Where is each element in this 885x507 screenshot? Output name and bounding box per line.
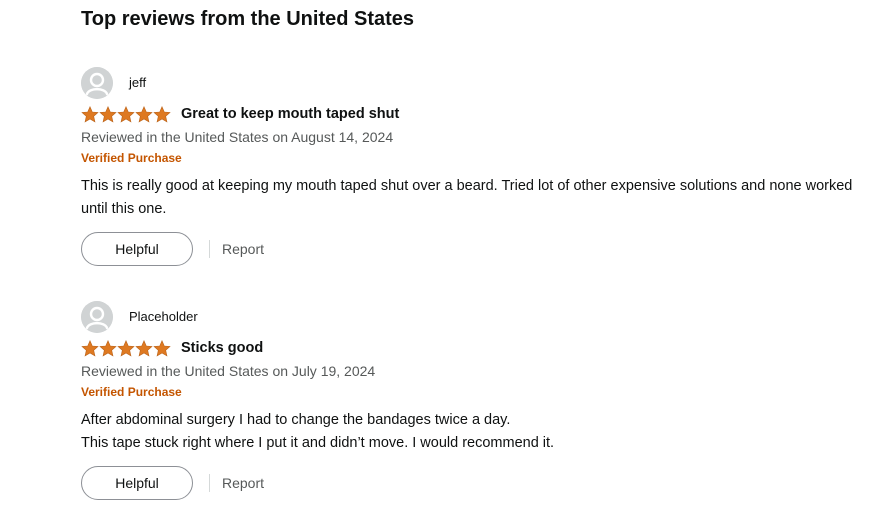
star-rating[interactable] [81, 105, 171, 123]
reviewer-name: jeff [129, 75, 147, 90]
report-link[interactable]: Report [222, 475, 264, 491]
star-rating[interactable] [81, 339, 171, 357]
review-item: Placeholder Sticks good Reviewed in the … [81, 300, 871, 500]
review-date: Reviewed in the United States on July 19… [81, 363, 376, 379]
review-actions: Helpful Report [81, 232, 871, 266]
star-icon [81, 105, 99, 122]
report-link[interactable]: Report [222, 241, 264, 257]
review-body-paragraph: After abdominal surgery I had to change … [81, 412, 511, 428]
action-divider [209, 240, 210, 258]
review-title[interactable]: Great to keep mouth taped shut [181, 104, 399, 124]
review-date: Reviewed in the United States on August … [81, 129, 394, 145]
review-item: jeff Great to keep mouth taped shut Revi… [81, 66, 871, 266]
star-icon [135, 339, 153, 356]
review-title[interactable]: Sticks good [181, 338, 263, 358]
reviewer-profile[interactable]: Placeholder [81, 300, 871, 334]
star-icon [99, 105, 117, 122]
verified-purchase-badge[interactable]: Verified Purchase [81, 383, 871, 401]
star-icon [153, 339, 171, 356]
review-title-row: Great to keep mouth taped shut [81, 103, 871, 125]
review-actions: Helpful Report [81, 466, 871, 500]
review-title-row: Sticks good [81, 337, 871, 359]
verified-purchase-badge[interactable]: Verified Purchase [81, 149, 871, 167]
star-icon [153, 105, 171, 122]
review-body: After abdominal surgery I had to change … [81, 409, 871, 455]
star-icon [117, 105, 135, 122]
star-icon [81, 339, 99, 356]
reviewer-name: Placeholder [129, 309, 198, 324]
action-divider [209, 474, 210, 492]
star-icon [117, 339, 135, 356]
reviewer-profile[interactable]: jeff [81, 66, 871, 100]
review-body-paragraph: This is really good at keeping my mouth … [81, 178, 853, 217]
default-user-avatar-icon [81, 67, 113, 99]
helpful-button[interactable]: Helpful [81, 232, 193, 266]
helpful-button[interactable]: Helpful [81, 466, 193, 500]
star-icon [135, 105, 153, 122]
section-title: Top reviews from the United States [81, 8, 415, 30]
review-body: This is really good at keeping my mouth … [81, 175, 871, 221]
star-icon [99, 339, 117, 356]
review-body-paragraph: This tape stuck right where I put it and… [81, 435, 555, 451]
reviews-section: Top reviews from the United States jeff … [81, 0, 871, 500]
default-user-avatar-icon [81, 301, 113, 333]
